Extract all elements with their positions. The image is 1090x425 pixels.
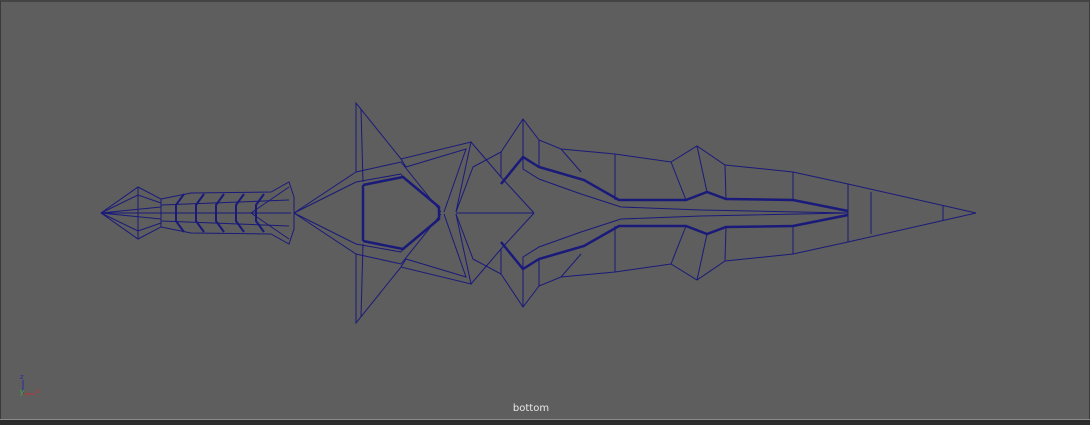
- mesh-edge: [100, 212, 162, 220]
- mesh-edge: [355, 101, 472, 213]
- sword-wireframe-mesh[interactable]: [1, 2, 1090, 422]
- mesh-edge: [470, 247, 502, 285]
- mesh-edge: [235, 213, 245, 233]
- axis-gizmo-icon: z y x: [20, 373, 40, 396]
- mesh-edge: [293, 212, 442, 265]
- mesh-edge: [500, 176, 535, 214]
- mesh-edge: [670, 161, 687, 201]
- mesh-edge: [293, 161, 442, 214]
- mesh-edge: [255, 193, 265, 213]
- axis-x-label: x: [36, 388, 40, 395]
- viewport-panel[interactable]: z y x bottom: [0, 0, 1090, 420]
- axis-z-label: z: [20, 373, 24, 381]
- mesh-edge: [724, 164, 727, 200]
- mesh-edge: [215, 213, 225, 233]
- mesh-edge: [455, 212, 977, 308]
- mesh-edge: [175, 213, 185, 233]
- mesh-edge: [560, 148, 582, 173]
- panel-bottom-border: [0, 419, 1090, 425]
- mesh-edge: [670, 225, 687, 265]
- mesh-edge: [215, 193, 225, 213]
- mesh-edge: [696, 145, 708, 193]
- mesh-edge: [455, 118, 977, 214]
- mesh-edge: [560, 253, 582, 278]
- axis-y-label: y: [20, 388, 24, 396]
- mesh-edge: [500, 212, 535, 250]
- camera-name-label: bottom: [512, 403, 550, 414]
- mesh-edge: [255, 213, 265, 233]
- mesh-edge: [696, 233, 708, 281]
- mesh-edge: [100, 206, 162, 214]
- mesh-edge: [355, 213, 472, 325]
- mesh-edge: [175, 193, 185, 213]
- mesh-edge: [470, 141, 502, 179]
- mesh-edge: [235, 193, 245, 213]
- mesh-edge: [724, 226, 727, 262]
- mesh-edge: [405, 148, 467, 213]
- mesh-edge: [405, 213, 467, 278]
